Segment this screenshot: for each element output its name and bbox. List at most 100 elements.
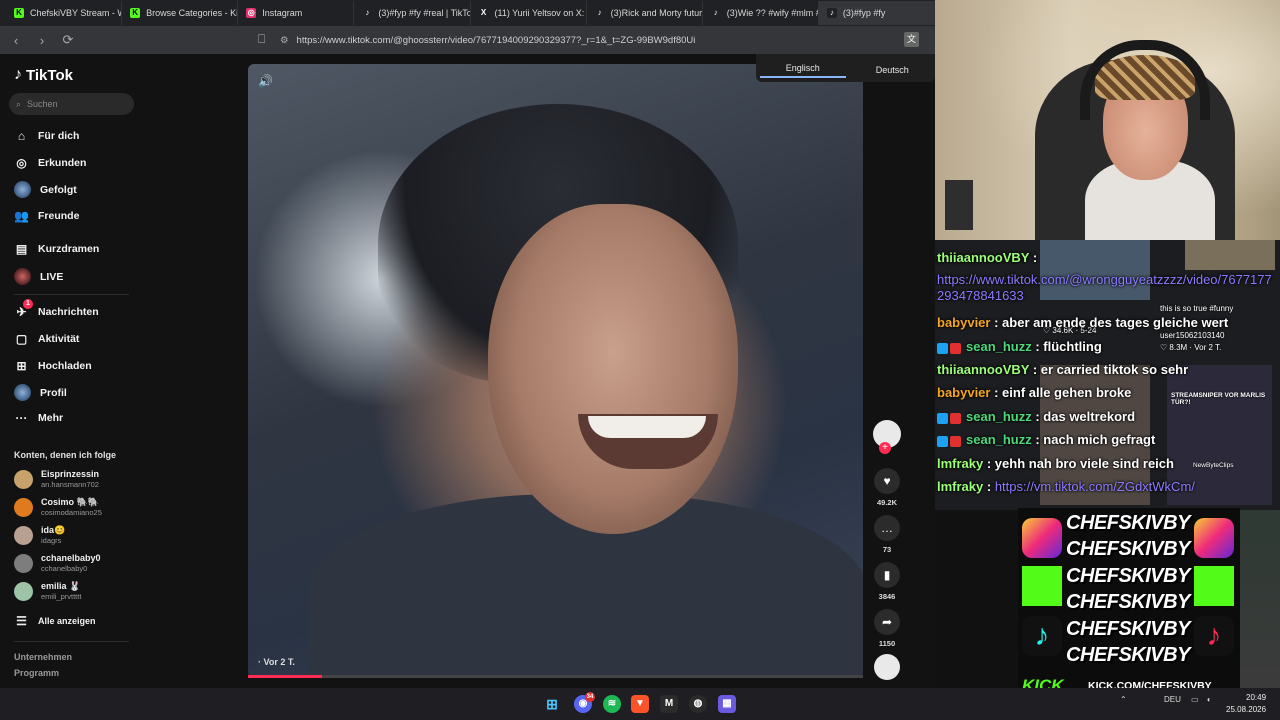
reload-icon[interactable]: ⟳ [60,32,76,48]
creator-avatar[interactable]: + [870,420,904,454]
save-button[interactable]: ▮ 3846 [870,562,904,601]
site-settings-icon[interactable]: ⚙ [280,35,289,46]
chat-username[interactable]: sean_huzz [966,409,1032,424]
following-item[interactable]: ida😊 idagrs [14,525,65,545]
show-all-following[interactable]: ☰ Alle anzeigen [14,613,95,628]
sidebar-item-label: Gefolgt [40,183,77,196]
obs-icon[interactable]: ◍ [689,695,707,713]
chat-text: : flüchtling [1031,339,1102,354]
bookmark-icon[interactable]: ▮ [874,562,900,588]
sidebar-item-1[interactable]: ◎ Erkunden [14,155,86,170]
video-progress-bar[interactable] [248,675,863,678]
sidebar-item-0[interactable]: ⌂ Für dich [14,128,80,143]
spotify-icon[interactable]: ≋ [603,695,621,713]
volume-icon[interactable]: 🔊 [258,74,273,88]
share-button[interactable]: ➦ 1150 [870,609,904,648]
music-disc-icon[interactable] [874,654,900,680]
address-bar[interactable]: ⚙ https://www.tiktok.com/@ghoossterr/vid… [280,30,920,50]
sidebar-item-6[interactable]: ✈ 1 Nachrichten [14,299,99,319]
tab-favicon-icon: ♪ [710,8,721,18]
footer-link-company[interactable]: Unternehmen [14,652,72,662]
like-button[interactable]: ♥ 49.2K [870,468,904,507]
sidebar-item-8[interactable]: ⊞ Hochladen [14,358,91,373]
browser-tab[interactable]: ♪ (3)#fyp #fy [818,1,935,25]
chat-username[interactable]: babyvier [937,315,990,330]
tray-language[interactable]: DEU [1164,695,1181,704]
search-input[interactable]: ⌕ Suchen [9,93,134,115]
bookmark-icon[interactable]: ⎕ [258,32,265,47]
chat-username[interactable]: sean_huzz [966,339,1032,354]
avatar [14,497,33,517]
sound-disc[interactable] [870,654,904,680]
following-item[interactable]: Eisprinzessin an.hansmann702 [14,469,99,489]
translate-icon[interactable]: 文 [904,32,919,47]
mail-icon[interactable]: M [660,695,678,713]
following-item[interactable]: emilia 🐰 emili_prvttttt [14,581,81,601]
chat-username[interactable]: babyvier [937,385,990,400]
chat-username[interactable]: thiiaannooVBY [937,362,1029,377]
sidebar-item-4[interactable]: ▤ Kurzdramen [14,241,99,256]
chat-text: : das weltrekord [1031,409,1136,424]
share-icon[interactable]: ➦ [874,609,900,635]
overlay-caption: this is so true #funny [1160,304,1234,313]
windows-taskbar: ⊞ ◉ 34 ≋ ▼ M ◍ ▦ ⌃ DEU ▭ ◖ 20:49 25.08.2… [0,688,1280,720]
translate-option-english[interactable]: Englisch [760,59,846,78]
browser-tab[interactable]: ◎ Instagram [238,1,355,25]
browser-tab[interactable]: ♪ (3)Rick and Morty future [587,1,703,25]
chat-username[interactable]: thiiaannooVBY [937,250,1029,265]
chat-message: babyvier : einf alle gehen broke [937,385,1131,401]
brave-icon[interactable]: ▼ [631,695,649,713]
chat-message: thiiaannooVBY : [937,250,1037,266]
browser-tab[interactable]: X (11) Yurii Yeltsov on X: "Bo [471,1,587,25]
video-frame-face [488,204,738,534]
film-icon: ▤ [15,241,28,256]
browser-tab[interactable]: ♪ (3)#fyp #fy #real | TikTok [354,1,471,25]
tab-label: (3)#fyp #fy [842,8,886,18]
tray-chevron-icon[interactable]: ⌃ [1120,695,1127,704]
speaker-icon[interactable]: ◖ [1206,695,1211,704]
sidebar-item-5[interactable]: LIVE [14,268,63,285]
chat-link[interactable]: https://vm.tiktok.com/ZGdxtWkCm/ [995,479,1195,494]
forward-icon[interactable]: › [34,33,50,48]
comment-button[interactable]: … 73 [870,515,904,554]
chat-username[interactable]: lmfraky [937,479,983,494]
overlay-streamsniper: STREAMSNIPER VOR MARLIS TÜR?! [1171,392,1266,406]
avatar [14,581,33,601]
back-icon[interactable]: ‹ [8,33,24,48]
sidebar-item-9[interactable]: Profil [14,384,67,401]
chat-text: : [1029,250,1038,265]
promo-handle: CHEFSKIVBY [1066,565,1190,587]
video-player[interactable] [248,64,863,678]
badge-icon [937,342,948,354]
app-icon[interactable]: ▦ [718,695,736,713]
browser-tab[interactable]: K Browse Categories - Kick [122,1,239,25]
footer-link-program[interactable]: Programm [14,668,59,678]
chat-username[interactable]: sean_huzz [966,432,1032,447]
network-icon[interactable]: ▭ [1191,695,1199,704]
follow-plus-icon[interactable]: + [879,442,891,454]
sidebar-item-10[interactable]: ··· Mehr [14,410,64,425]
following-item[interactable]: cchanelbaby0 cchanelbaby0 [14,553,101,573]
translate-option-german[interactable]: Deutsch [850,61,936,75]
chat-username[interactable]: lmfraky [937,456,983,471]
sidebar-item-2[interactable]: Gefolgt [14,181,77,198]
instagram-icon [1194,518,1234,558]
windows-start-icon[interactable]: ⊞ [543,695,561,713]
chat-text: : yehh nah bro viele sind reich [983,456,1174,471]
following-item[interactable]: Cosimo 🐘🐘 cosimodamiano25 [14,497,102,517]
heart-icon[interactable]: ♥ [874,468,900,494]
chat-link[interactable]: https://www.tiktok.com/@wrongguyeatzzzz/… [937,272,1277,304]
tiktok-logo[interactable]: ♪ TikTok [14,66,73,84]
chat-text: : [983,479,995,494]
tab-favicon-icon: ♪ [594,8,605,18]
url-text[interactable]: https://www.tiktok.com/@ghoossterr/video… [297,35,696,46]
search-icon: ⌕ [16,98,22,109]
system-clock[interactable]: 20:49 25.08.2026 [1226,692,1266,716]
comment-icon[interactable]: … [874,515,900,541]
sidebar-divider [14,641,129,642]
sidebar-item-7[interactable]: ▢ Aktivität [14,331,80,346]
browser-tab[interactable]: ♪ (3)Wie ?? #wify #mlm #fi [703,1,819,25]
browser-tab[interactable]: K ChefskiVBY Stream - Watc [6,1,123,25]
badge-icon [950,435,961,447]
sidebar-item-3[interactable]: 👥 Freunde [14,208,79,223]
